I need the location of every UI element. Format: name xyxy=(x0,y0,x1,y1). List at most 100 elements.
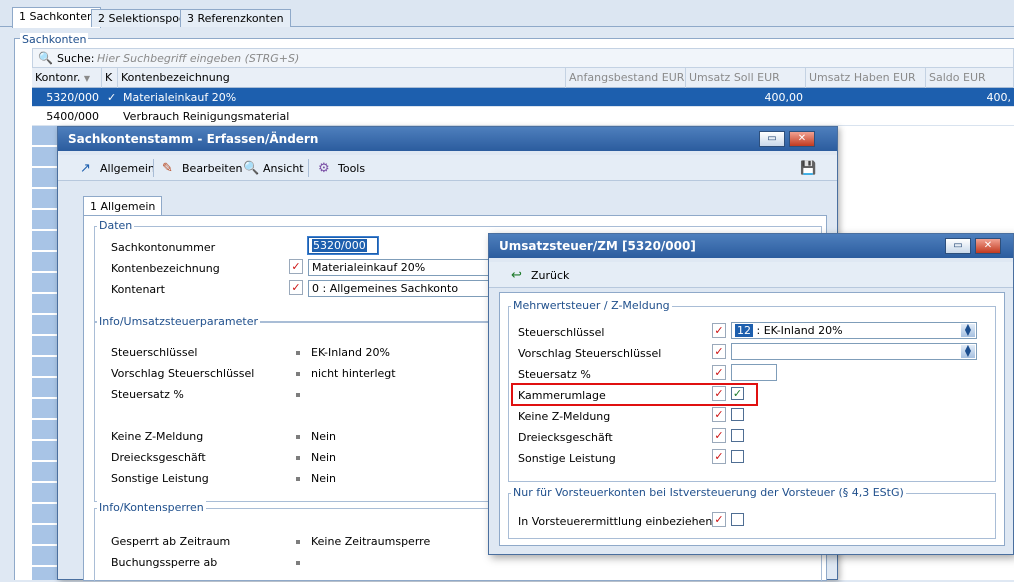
dialog-title: Umsatzsteuer/ZM [5320/000] xyxy=(489,234,1013,258)
table-row[interactable]: 5400/000 Verbrauch Reinigungsmaterial xyxy=(32,107,1014,126)
section-title: Sachkonten xyxy=(20,33,89,46)
sort-down-icon: ▼ xyxy=(83,74,91,83)
einbeziehen-label: In Vorsteuerermittlung einbeziehen xyxy=(518,515,713,528)
tools-button[interactable]: ⚙ Tools xyxy=(316,158,367,178)
grid-rows-background xyxy=(32,126,60,580)
arrow-icon: ↗ xyxy=(80,161,91,176)
search-input[interactable]: Hier Suchbegriff eingeben (STRG+S) xyxy=(97,52,299,65)
steuersatz-input[interactable] xyxy=(731,364,777,381)
cell-kontonr: 5400/000 xyxy=(46,110,99,123)
search-bar[interactable]: 🔍 Suche: Hier Suchbegriff eingeben (STRG… xyxy=(32,48,1014,68)
umsatzsteuer-dialog: Umsatzsteuer/ZM [5320/000] ▭ ✕ ↩ Zurück M… xyxy=(488,233,1014,555)
ansicht-button[interactable]: 🔍 Ansicht xyxy=(241,158,306,178)
view-icon: 🔍 xyxy=(243,161,260,176)
gesperrt-value: Keine Zeitraumsperre xyxy=(311,535,431,548)
dialog-toolbar: ↗ Allgemein ✎ Bearbeiten 🔍 Ansicht ⚙ Tools 💾 xyxy=(58,155,837,181)
tab-sachkonten[interactable]: 1 Sachkonten xyxy=(12,7,101,28)
kontenart-select[interactable]: 0 : Allgemeines Sachkonto xyxy=(308,280,508,297)
steuerschluessel-label: Steuerschlüssel xyxy=(111,346,198,359)
save-icon[interactable]: 💾 xyxy=(798,158,818,178)
restore-button[interactable]: ▭ xyxy=(759,131,785,147)
bearbeiten-button[interactable]: ✎ Bearbeiten xyxy=(160,158,244,178)
bullet xyxy=(296,456,300,460)
gesperrt-label: Gesperrt ab Zeitraum xyxy=(111,535,231,548)
kontenbezeichnung-label: Kontenbezeichnung xyxy=(111,262,220,275)
kontenbezeichnung-input[interactable]: Materialeinkauf 20% xyxy=(308,259,508,276)
kammerumlage-label: Kammerumlage xyxy=(518,389,606,402)
edit-marker-icon: ✓ xyxy=(289,280,303,295)
allgemein-button[interactable]: ↗ Allgemein xyxy=(78,158,157,178)
search-icon: 🔍 xyxy=(38,51,53,65)
vorschlag-select[interactable]: ▲ ▼ xyxy=(731,343,977,360)
restore-button[interactable]: ▭ xyxy=(945,238,971,254)
sonstige-checkbox[interactable] xyxy=(731,450,744,463)
zurueck-button[interactable]: ↩ Zurück xyxy=(509,265,571,285)
sachkontonummer-input[interactable]: 5320/000 xyxy=(307,236,379,255)
edit-marker-icon: ✓ xyxy=(712,386,726,401)
grid-header: Kontonr. ▼ K Kontenbezeichnung Anfangsbe… xyxy=(32,68,1014,88)
search-label: Suche: xyxy=(57,52,95,65)
dreieck-checkbox[interactable] xyxy=(731,429,744,442)
cell-bezeichnung: Verbrauch Reinigungsmaterial xyxy=(123,110,290,123)
edit-marker-icon: ✓ xyxy=(712,323,726,338)
edit-marker-icon: ✓ xyxy=(712,512,726,527)
bullet xyxy=(296,477,300,481)
col-umsatz-haben[interactable]: Umsatz Haben EUR xyxy=(806,68,926,88)
bullet xyxy=(296,372,300,376)
col-kontonr[interactable]: Kontonr. ▼ xyxy=(32,68,102,88)
cell-bezeichnung: Materialeinkauf 20% xyxy=(123,91,237,104)
dreieck-label: Dreiecksgeschäft xyxy=(518,431,613,444)
edit-marker-icon: ✓ xyxy=(712,344,726,359)
edit-marker-icon: ✓ xyxy=(712,407,726,422)
dreieck-value: Nein xyxy=(311,451,337,464)
edit-icon: ✎ xyxy=(162,161,173,176)
vorschlag-value: nicht hinterlegt xyxy=(311,367,396,380)
steuerschluessel-label: Steuerschlüssel xyxy=(518,326,605,339)
col-umsatz-soll[interactable]: Umsatz Soll EUR xyxy=(686,68,806,88)
sperren-title: Info/Kontensperren xyxy=(97,501,206,514)
tools-icon: ⚙ xyxy=(318,161,330,176)
sonstige-value: Nein xyxy=(311,472,337,485)
mwst-group-title: Mehrwertsteuer / Z-Meldung xyxy=(511,299,672,312)
dreieck-label: Dreiecksgeschäft xyxy=(111,451,206,464)
table-row[interactable]: 5320/000 ✓ Materialeinkauf 20% 400,00 40… xyxy=(32,88,1014,107)
col-anfangsbestand[interactable]: Anfangsbestand EUR xyxy=(566,68,686,88)
close-button[interactable]: ✕ xyxy=(789,131,815,147)
steuerschluessel-select[interactable]: 12 : EK-Inland 20% ▲ ▼ xyxy=(731,322,977,339)
col-saldo[interactable]: Saldo EUR xyxy=(926,68,1014,88)
sonstige-label: Sonstige Leistung xyxy=(518,452,616,465)
keine-zmeldung-label: Keine Z-Meldung xyxy=(111,430,204,443)
toolbar-separator xyxy=(153,159,154,177)
einbeziehen-checkbox[interactable] xyxy=(731,513,744,526)
umsatzsteuer-content: Mehrwertsteuer / Z-Meldung Steuerschlüss… xyxy=(499,292,1005,546)
bullet xyxy=(296,435,300,439)
kammerumlage-checkbox[interactable]: ✓ xyxy=(731,387,744,400)
kontenart-label: Kontenart xyxy=(111,283,165,296)
cell-saldo: 400, xyxy=(986,91,1012,104)
bullet xyxy=(296,393,300,397)
sonstige-label: Sonstige Leistung xyxy=(111,472,209,485)
edit-marker-icon: ✓ xyxy=(712,449,726,464)
steuerschluessel-value: EK-Inland 20% xyxy=(311,346,390,359)
check-icon: ✓ xyxy=(107,91,117,104)
steuersatz-label: Steuersatz % xyxy=(111,388,184,401)
edit-marker-icon: ✓ xyxy=(712,365,726,380)
tab-allgemein[interactable]: 1 Allgemein xyxy=(83,196,163,216)
col-kontenbezeichnung[interactable]: Kontenbezeichnung xyxy=(118,68,566,88)
close-button[interactable]: ✕ xyxy=(975,238,1001,254)
keine-zmeldung-value: Nein xyxy=(311,430,337,443)
bullet xyxy=(296,351,300,355)
updown-icon[interactable]: ▲ ▼ xyxy=(961,344,975,358)
updown-icon[interactable]: ▲ ▼ xyxy=(961,323,975,337)
col-k[interactable]: K xyxy=(102,68,118,88)
buchungssperre-label: Buchungssperre ab xyxy=(111,556,218,569)
tab-referenzkonten[interactable]: 3 Referenzkonten xyxy=(180,9,291,27)
top-tab-bar: 1 Sachkonten 2 Selektionspool 3 Referenz… xyxy=(0,0,1014,28)
steuersatz-label: Steuersatz % xyxy=(518,368,591,381)
keine-zmeldung-checkbox[interactable] xyxy=(731,408,744,421)
toolbar-separator xyxy=(308,159,309,177)
vorschlag-label: Vorschlag Steuerschlüssel xyxy=(518,347,662,360)
vorschlag-label: Vorschlag Steuerschlüssel xyxy=(111,367,255,380)
daten-group-title: Daten xyxy=(97,219,135,232)
bullet xyxy=(296,561,300,565)
